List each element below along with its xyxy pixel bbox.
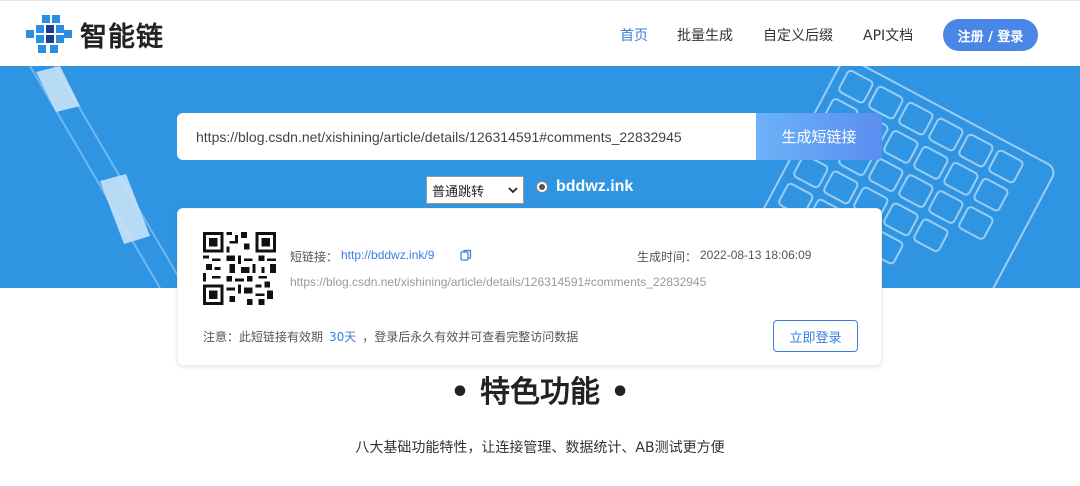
- login-now-button[interactable]: 立即登录: [773, 320, 858, 352]
- copy-icon[interactable]: [460, 249, 472, 261]
- generate-short-link-button[interactable]: 生成短链接: [756, 113, 882, 160]
- note-suffix: ，登录后永久有效并可查看完整访问数据: [362, 330, 579, 344]
- logo-icon: [26, 15, 72, 53]
- domain-radio[interactable]: [536, 181, 548, 193]
- long-url-field[interactable]: [177, 113, 756, 160]
- jump-type-value: 普通跳转: [432, 184, 485, 200]
- register-login-button[interactable]: 注册 / 登录: [943, 19, 1038, 51]
- jump-type-select[interactable]: 普通跳转: [426, 176, 524, 204]
- nav-custom-suffix[interactable]: 自定义后缀: [763, 25, 833, 45]
- features-subtitle: 八大基础功能特性，让连接管理、数据统计、AB测试更方便: [355, 440, 725, 456]
- note-prefix: 注意：此短链接有效期: [203, 330, 324, 344]
- chevron-down-icon: [508, 187, 518, 194]
- short-link[interactable]: http://bddwz.ink/9: [341, 248, 434, 262]
- features-title: • 特色功能 •: [450, 375, 630, 410]
- nav-api-docs[interactable]: API文档: [863, 25, 913, 45]
- logo[interactable]: 智能链: [24, 13, 174, 55]
- created-time-label: 生成时间：: [637, 250, 698, 264]
- logo-text: 智能链: [80, 21, 164, 53]
- nav-home[interactable]: 首页: [620, 25, 648, 45]
- top-header: 智能链 首页 批量生成 自定义后缀 API文档 注册 / 登录: [0, 0, 1080, 66]
- result-card: 短链接： http://bddwz.ink/9 生成时间： 2022-08-13…: [177, 208, 882, 366]
- qr-code: [203, 232, 276, 305]
- short-link-label: 短链接：: [290, 250, 339, 264]
- original-url: https://blog.csdn.net/xishining/article/…: [290, 275, 707, 289]
- long-url-input[interactable]: [196, 128, 756, 145]
- note-days: 30天: [329, 330, 357, 344]
- created-time-value: 2022-08-13 18:06:09: [700, 248, 812, 262]
- nav-batch-generate[interactable]: 批量生成: [677, 25, 733, 45]
- expiry-note: 注意：此短链接有效期 30天 ，登录后永久有效并可查看完整访问数据: [203, 328, 578, 345]
- domain-label: bddwz.ink: [556, 178, 634, 195]
